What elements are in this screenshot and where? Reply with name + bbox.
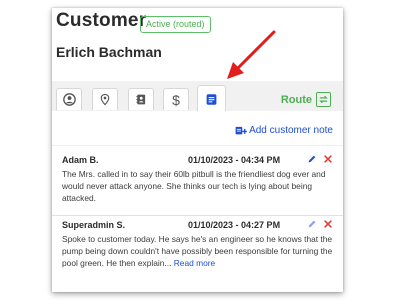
add-note-icon [235, 126, 247, 134]
dollar-icon: $ [172, 91, 180, 108]
customer-name: Erlich Bachman [56, 44, 162, 60]
note-item: Adam B. 01/10/2023 - 04:34 PM The Mrs. c… [52, 155, 343, 205]
note-author: Superadmin S. [62, 220, 126, 230]
tab-billing[interactable]: $ [163, 88, 189, 110]
route-label: Route [280, 93, 312, 106]
tab-location[interactable] [92, 88, 118, 110]
location-pin-icon [100, 93, 110, 106]
customer-tab-bar: $ Route [52, 81, 343, 112]
contact-book-icon [136, 94, 146, 105]
notes-content: Add customer note Adam B. 01/10/2023 - 0… [52, 111, 343, 292]
route-button[interactable]: Route [281, 92, 331, 107]
note-text: The Mrs. called in to say their 60lb pit… [62, 169, 326, 204]
delete-x-icon[interactable] [323, 154, 333, 164]
edit-pencil-icon[interactable] [307, 219, 317, 229]
note-item: Superadmin S. 01/10/2023 - 04:27 PM Spok… [52, 220, 343, 270]
user-circle-icon [62, 93, 76, 106]
note-header: Adam B. 01/10/2023 - 04:34 PM [62, 155, 333, 167]
screenshot-stage: Customer Active (routed) Erlich Bachman [0, 0, 400, 300]
read-more-link[interactable]: Read more [174, 258, 215, 268]
divider [52, 215, 343, 216]
status-badge: Active (routed) [140, 16, 211, 33]
tab-notes[interactable] [197, 85, 226, 112]
note-date: 01/10/2023 - 04:27 PM [188, 220, 281, 230]
route-swap-icon [316, 92, 331, 107]
note-actions [307, 219, 333, 229]
note-header: Superadmin S. 01/10/2023 - 04:27 PM [62, 220, 333, 232]
notes-icon [206, 93, 217, 105]
note-actions [307, 154, 333, 164]
edit-pencil-icon[interactable] [307, 154, 317, 164]
customer-panel: Customer Active (routed) Erlich Bachman [52, 8, 343, 292]
divider [52, 145, 343, 146]
note-author: Adam B. [62, 155, 99, 165]
add-note-label: Add customer note [249, 125, 333, 136]
customer-header: Customer Active (routed) Erlich Bachman [52, 8, 343, 81]
add-customer-note-link[interactable]: Add customer note [235, 125, 333, 136]
page-title: Customer [56, 10, 147, 31]
delete-x-icon[interactable] [323, 219, 333, 229]
tab-profile[interactable] [56, 88, 82, 110]
tab-contacts[interactable] [128, 88, 154, 110]
note-text: Spoke to customer today. He says he's an… [62, 233, 333, 270]
note-date: 01/10/2023 - 04:34 PM [188, 155, 281, 165]
